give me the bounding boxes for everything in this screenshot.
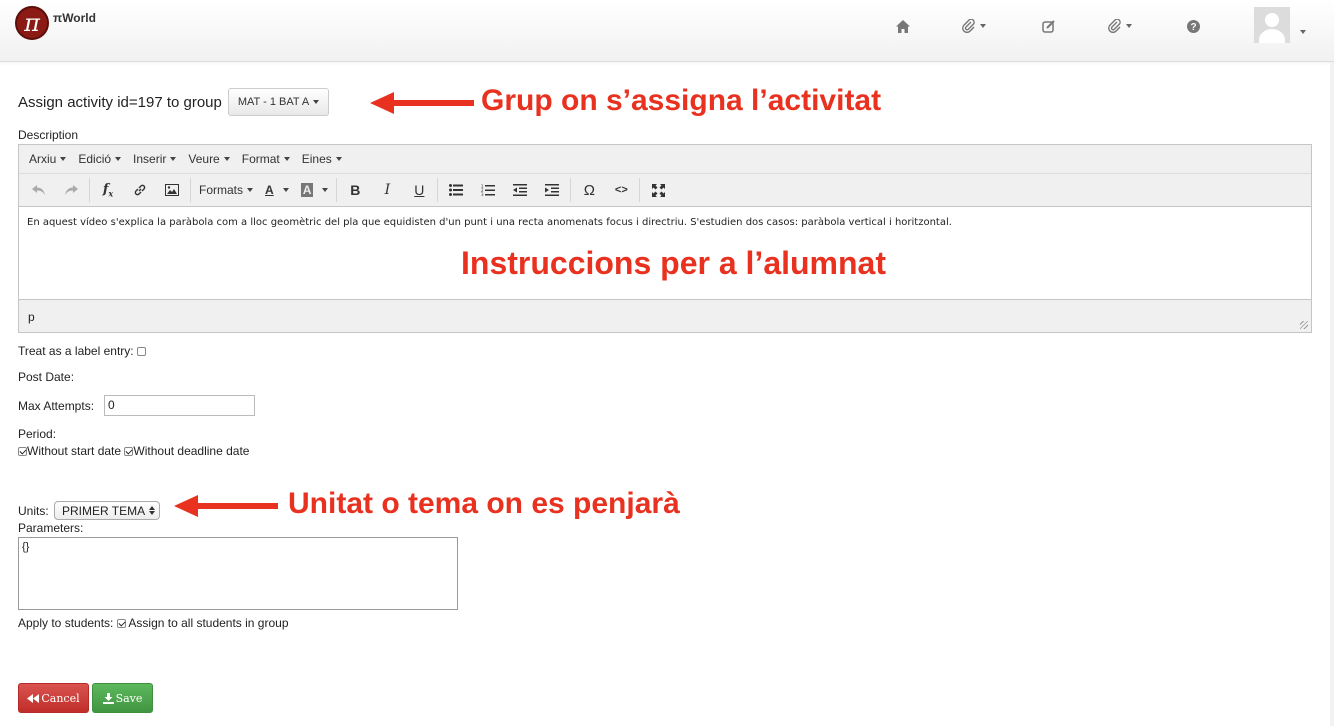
annotation-arrow-group — [370, 92, 474, 114]
underline-icon[interactable]: U — [403, 177, 435, 203]
home-icon[interactable] — [896, 17, 910, 35]
editor-statusbar: p — [19, 299, 1311, 332]
menu-format[interactable]: Format — [236, 152, 296, 166]
units-label: Units: — [18, 504, 49, 518]
formats-dropdown[interactable]: Formats — [193, 177, 259, 203]
menu-arxiu[interactable]: Arxiu — [23, 152, 72, 166]
label-entry-checkbox[interactable] — [136, 347, 146, 356]
chevron-down-icon — [980, 24, 986, 28]
svg-text:?: ? — [1190, 22, 1196, 33]
image-icon[interactable] — [156, 177, 188, 203]
menu-inserir[interactable]: Inserir — [127, 152, 182, 166]
formula-icon[interactable]: fx — [92, 177, 124, 203]
units-select-value: PRIMER TEMA — [62, 503, 146, 518]
group-dropdown-label: MAT - 1 BAT A — [237, 96, 310, 108]
chevron-down-icon — [1126, 24, 1132, 28]
apply-students-label: Apply to students: — [18, 616, 114, 630]
editor-content-text: En aquest vídeo s'explica la paràbola co… — [27, 217, 952, 228]
edit-icon[interactable] — [1042, 17, 1056, 35]
assign-all-checkbox[interactable] — [116, 619, 126, 628]
without-start-label: Without start date — [27, 444, 122, 458]
indent-icon[interactable] — [536, 177, 568, 203]
period-label: Period: — [18, 427, 57, 441]
max-attempts-input[interactable]: 0 — [104, 395, 255, 416]
brand-logo: π — [15, 6, 49, 40]
max-attempts-label: Max Attempts: — [18, 399, 95, 413]
user-avatar-icon[interactable] — [1254, 7, 1290, 43]
element-path[interactable]: p — [28, 310, 35, 324]
text-color-button[interactable]: A — [259, 177, 295, 203]
fullscreen-icon[interactable] — [642, 177, 674, 203]
annotation-instructions: Instruccions per a l’alumnat — [461, 245, 886, 281]
background-color-button[interactable]: A — [295, 177, 335, 203]
undo-icon[interactable] — [23, 177, 55, 203]
rich-text-editor: Arxiu Edició Inserir Veure Format Eines … — [18, 144, 1312, 333]
chevron-down-icon — [313, 100, 320, 104]
chevron-down-icon[interactable] — [1300, 30, 1306, 34]
outdent-icon[interactable] — [504, 177, 536, 203]
special-character-icon[interactable]: Ω — [573, 177, 605, 203]
question-circle-icon[interactable]: ? — [1187, 17, 1200, 35]
menu-eines[interactable]: Eines — [296, 152, 348, 166]
editor-toolbar: fx Formats A A B I U 123 Ω <> — [19, 174, 1311, 207]
link-icon[interactable] — [124, 177, 156, 203]
numbered-list-icon[interactable]: 123 — [472, 177, 504, 203]
parameters-textarea[interactable]: {} — [18, 537, 458, 610]
annotation-arrow-unit — [174, 495, 278, 517]
double-arrow-left-icon — [27, 693, 40, 703]
resize-handle-icon[interactable] — [1300, 321, 1308, 329]
annotation-unit: Unitat o tema on es penjarà — [288, 487, 680, 520]
title-row: Assign activity id=197 to group MAT - 1 … — [18, 88, 330, 116]
menu-veure[interactable]: Veure — [182, 152, 235, 166]
units-select[interactable]: PRIMER TEMA — [54, 501, 161, 520]
save-button[interactable]: Save — [92, 683, 153, 713]
cancel-button[interactable]: Cancel — [18, 683, 89, 713]
group-dropdown[interactable]: MAT - 1 BAT A — [227, 88, 330, 116]
parameters-label: Parameters: — [18, 521, 84, 535]
without-deadline-label: Without deadline date — [133, 444, 250, 458]
svg-text:3: 3 — [481, 192, 484, 196]
label-entry-row: Treat as a label entry: — [18, 344, 146, 358]
top-navbar: π πWorld ? — [0, 0, 1334, 62]
italic-icon[interactable]: I — [371, 177, 403, 203]
without-deadline-checkbox[interactable] — [124, 447, 134, 456]
description-label: Description — [18, 128, 79, 142]
paperclip-icon[interactable] — [962, 17, 986, 35]
menu-edicio[interactable]: Edició — [72, 152, 127, 166]
page-title: Assign activity id=197 to group — [18, 93, 222, 111]
save-label: Save — [115, 691, 143, 705]
brand[interactable]: π πWorld — [15, 6, 96, 40]
select-arrows-icon — [149, 506, 156, 515]
apply-students-row: Apply to students: Assign to all student… — [18, 616, 289, 630]
page-scrollbar[interactable] — [1330, 62, 1334, 726]
download-icon — [102, 692, 114, 704]
without-start-checkbox[interactable] — [18, 447, 27, 456]
period-options: Without start date Without deadline date — [18, 444, 249, 458]
annotation-group: Grup on s’assigna l’activitat — [481, 84, 882, 117]
paperclip-icon[interactable] — [1108, 17, 1132, 35]
post-date-label: Post Date: — [18, 370, 75, 384]
cancel-label: Cancel — [41, 691, 80, 705]
bold-icon[interactable]: B — [339, 177, 371, 203]
label-entry-label: Treat as a label entry: — [18, 344, 134, 358]
bullet-list-icon[interactable] — [440, 177, 472, 203]
assign-all-label: Assign to all students in group — [128, 616, 289, 630]
brand-name: πWorld — [53, 11, 96, 25]
source-code-icon[interactable]: <> — [605, 177, 637, 203]
redo-icon[interactable] — [55, 177, 87, 203]
editor-menubar: Arxiu Edició Inserir Veure Format Eines — [19, 145, 1311, 174]
